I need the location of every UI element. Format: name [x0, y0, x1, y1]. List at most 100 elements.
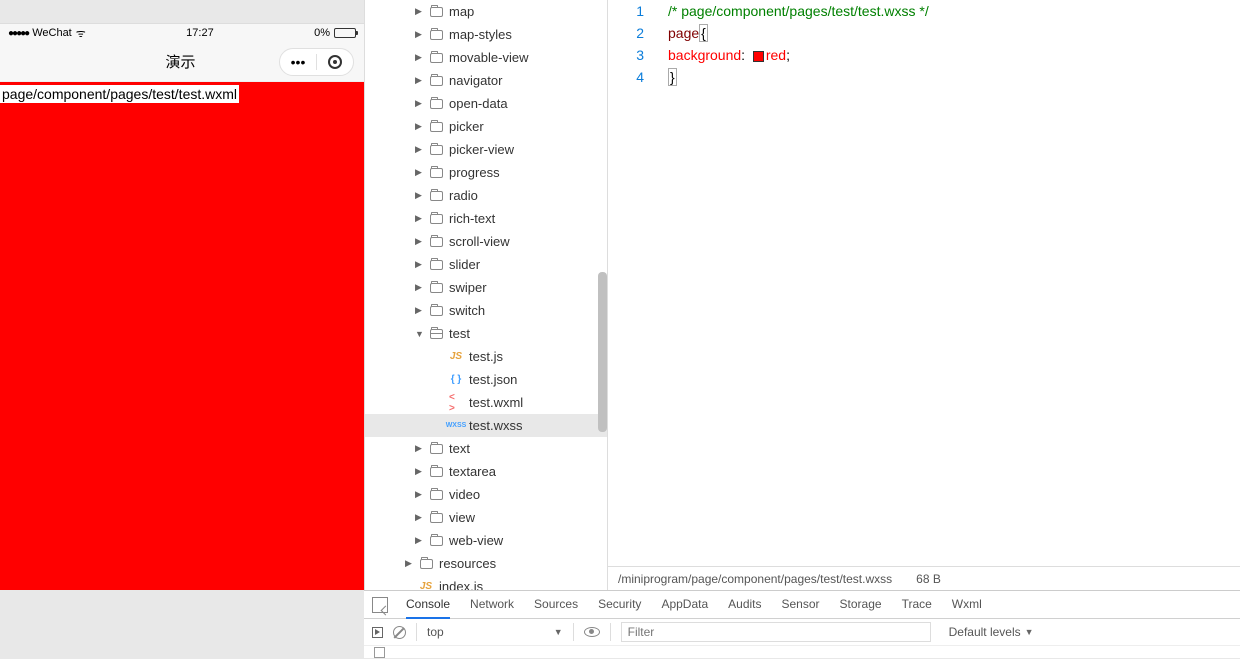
tree-label: test.wxss — [469, 418, 522, 433]
tree-item-index-js[interactable]: JSindex.js — [365, 575, 607, 590]
code-area[interactable]: /* page/component/pages/test/test.wxss *… — [668, 0, 1240, 566]
expand-arrow-icon[interactable]: ▶ — [405, 558, 415, 569]
target-icon — [328, 55, 342, 69]
devtools-tab-trace[interactable]: Trace — [902, 591, 932, 619]
tree-label: web-view — [449, 533, 503, 548]
devtools-tab-appdata[interactable]: AppData — [661, 591, 708, 619]
tree-item-test-json[interactable]: { }test.json — [365, 368, 607, 391]
nav-title: 演示 — [82, 51, 279, 72]
play-icon[interactable] — [372, 627, 383, 638]
brace-close: } — [668, 68, 677, 86]
tree-item-test-wxss[interactable]: WXSStest.wxss — [365, 414, 607, 437]
tree-label: scroll-view — [449, 234, 510, 249]
expand-arrow-icon[interactable]: ▶ — [415, 98, 425, 109]
expand-arrow-icon[interactable]: ▶ — [415, 259, 425, 270]
capsule-menu-button[interactable]: ••• — [280, 49, 316, 75]
filter-input[interactable] — [621, 622, 931, 642]
tree-item-textarea[interactable]: ▶ textarea — [365, 460, 607, 483]
code-value: red — [766, 47, 786, 63]
color-swatch-icon[interactable] — [753, 51, 764, 62]
line-gutter: 1 2 3 4 — [608, 0, 668, 566]
devtools-tab-storage[interactable]: Storage — [840, 591, 882, 619]
expand-arrow-icon[interactable]: ▶ — [415, 144, 425, 155]
expand-arrow-icon[interactable]: ▶ — [415, 121, 425, 132]
tree-item-picker-view[interactable]: ▶picker-view — [365, 138, 607, 161]
devtools-tab-wxml[interactable]: Wxml — [952, 591, 982, 619]
tree-item-scroll-view[interactable]: ▶ scroll-view — [365, 230, 607, 253]
tree-item-view[interactable]: ▶ view — [365, 506, 607, 529]
tree-scrollbar[interactable] — [598, 272, 607, 432]
expand-arrow-icon[interactable]: ▶ — [415, 305, 425, 316]
signal-dots: ●●●●● — [8, 28, 28, 39]
tree-label: movable-view — [449, 50, 528, 65]
tree-item-rich-text[interactable]: ▶rich-text — [365, 207, 607, 230]
tree-item-web-view[interactable]: ▶ web-view — [365, 529, 607, 552]
devtools-tab-sources[interactable]: Sources — [534, 591, 578, 619]
wifi-icon: ᯤ — [76, 26, 86, 41]
code-comment: /* page/component/pages/test/test.wxss *… — [668, 3, 929, 19]
expand-arrow-icon[interactable]: ▼ — [415, 329, 425, 339]
tree-item-open-data[interactable]: ▶open-data — [365, 92, 607, 115]
tree-item-map[interactable]: ▶ map — [365, 0, 607, 23]
devtools-tab-security[interactable]: Security — [598, 591, 641, 619]
expand-arrow-icon[interactable]: ▶ — [415, 443, 425, 454]
expand-arrow-icon[interactable]: ▶ — [415, 213, 425, 224]
phone-content-area[interactable]: page/component/pages/test/test.wxml — [0, 82, 364, 590]
tree-item-radio[interactable]: ▶radio — [365, 184, 607, 207]
devtools-tab-console[interactable]: Console — [406, 591, 450, 619]
tree-label: test.json — [469, 372, 517, 387]
tree-item-test-wxml[interactable]: < >test.wxml — [365, 391, 607, 414]
expand-arrow-icon[interactable]: ▶ — [415, 512, 425, 523]
expand-arrow-icon[interactable]: ▶ — [415, 52, 425, 63]
tree-item-test-js[interactable]: JStest.js — [365, 345, 607, 368]
expand-arrow-icon[interactable]: ▶ — [415, 535, 425, 546]
console-toolbar: top ▼ Default levels ▼ — [364, 619, 1240, 645]
expand-arrow-icon[interactable]: ▶ — [415, 190, 425, 201]
clear-console-icon[interactable] — [393, 626, 406, 639]
expand-arrow-icon[interactable]: ▶ — [415, 236, 425, 247]
editor-content[interactable]: 1 2 3 4 /* page/component/pages/test/tes… — [608, 0, 1240, 566]
tree-item-video[interactable]: ▶video — [365, 483, 607, 506]
tree-item-switch[interactable]: ▶ switch — [365, 299, 607, 322]
devtools-tab-network[interactable]: Network — [470, 591, 514, 619]
context-dropdown[interactable]: top ▼ — [427, 625, 563, 639]
expand-arrow-icon[interactable]: ▶ — [415, 75, 425, 86]
tree-item-slider[interactable]: ▶ slider — [365, 253, 607, 276]
tree-item-movable-view[interactable]: ▶ movable-view — [365, 46, 607, 69]
tree-item-navigator[interactable]: ▶navigator — [365, 69, 607, 92]
tree-label: progress — [449, 165, 500, 180]
code-selector: page — [668, 25, 699, 41]
tree-item-map-styles[interactable]: ▶map-styles — [365, 23, 607, 46]
tree-item-swiper[interactable]: ▶swiper — [365, 276, 607, 299]
eye-icon[interactable] — [584, 627, 600, 637]
expand-arrow-icon[interactable]: ▶ — [415, 466, 425, 477]
time-label: 17:27 — [186, 27, 214, 39]
tree-label: slider — [449, 257, 480, 272]
tree-item-resources[interactable]: ▶ resources — [365, 552, 607, 575]
tree-item-text[interactable]: ▶text — [365, 437, 607, 460]
expand-arrow-icon[interactable]: ▶ — [415, 489, 425, 500]
expand-arrow-icon[interactable]: ▶ — [415, 282, 425, 293]
tree-label: switch — [449, 303, 485, 318]
tree-item-progress[interactable]: ▶ progress — [365, 161, 607, 184]
devtools-tab-sensor[interactable]: Sensor — [782, 591, 820, 619]
expand-arrow-icon[interactable]: ▶ — [415, 29, 425, 40]
tree-label: view — [449, 510, 475, 525]
tree-label: test — [449, 326, 470, 341]
tree-label: resources — [439, 556, 496, 571]
devtools-tab-audits[interactable]: Audits — [728, 591, 761, 619]
phone-navbar: 演示 ••• — [0, 42, 364, 82]
tree-item-picker[interactable]: ▶picker — [365, 115, 607, 138]
tree-label: test.js — [469, 349, 503, 364]
tree-label: map — [449, 4, 474, 19]
devtools-panel: Console Network Sources Security AppData Audi… — [364, 590, 1240, 658]
inspect-icon[interactable] — [372, 597, 388, 613]
expand-arrow-icon[interactable]: ▶ — [415, 167, 425, 178]
capsule-close-button[interactable] — [317, 49, 353, 75]
checkbox-icon[interactable] — [374, 647, 385, 658]
expand-arrow-icon[interactable]: ▶ — [415, 6, 425, 17]
tree-label: textarea — [449, 464, 496, 479]
capsule: ••• — [279, 48, 354, 76]
tree-item-test[interactable]: ▼ test — [365, 322, 607, 345]
log-levels-dropdown[interactable]: Default levels ▼ — [949, 625, 1034, 639]
